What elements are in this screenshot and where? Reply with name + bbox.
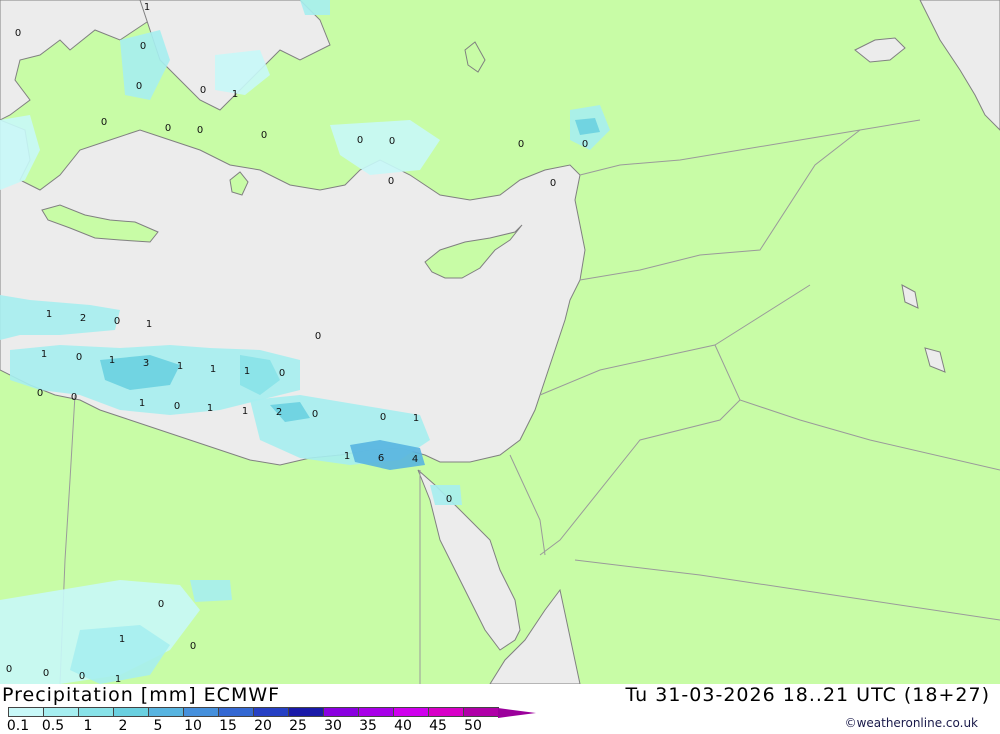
legend-tick: 0.5: [41, 718, 65, 734]
legend-tick: 45: [429, 718, 447, 734]
precip-value-label: 1: [109, 355, 115, 366]
precip-value-label: 0: [76, 352, 82, 363]
precip-value-label: 1: [41, 349, 47, 360]
precip-value-label: 0: [582, 139, 588, 150]
legend-tick: 1: [83, 718, 93, 734]
legend-swatch: [113, 707, 149, 717]
precip-value-label: 1: [207, 403, 213, 414]
precip-value-label: 1: [119, 634, 125, 645]
precip-value-label: 1: [146, 319, 152, 330]
valid-time: Tu 31-03-2026 18..21 UTC (18+27): [625, 684, 990, 706]
precip-value-label: 2: [80, 313, 86, 324]
precip-value-label: 0: [136, 81, 142, 92]
precip-value-label: 0: [6, 664, 12, 675]
precip-value-label: 1: [242, 406, 248, 417]
precip-value-label: 1: [232, 89, 238, 100]
legend-tick: 20: [254, 718, 272, 734]
credit-link[interactable]: ©weatheronline.co.uk: [845, 716, 978, 730]
precip-value-label: 0: [380, 412, 386, 423]
precip-value-label: 1: [177, 361, 183, 372]
precip-value-label: 0: [388, 176, 394, 187]
precip-value-label: 0: [200, 85, 206, 96]
legend-tick: 10: [184, 718, 202, 734]
legend-swatch: [78, 707, 114, 717]
precipitation-map: 1 0 0 0 1 0 0 0 0 0 0 0 0 0 0 0 1 2 0 1 0 1 0 1 3 1 1 1 0 0 0 1 0 1 1 2 0 0 1 1…: [0, 0, 1000, 684]
precip-value-label: 0: [165, 123, 171, 134]
precip-value-label: 0: [140, 41, 146, 52]
precip-value-label: 2: [276, 407, 282, 418]
precip-value-label: 6: [378, 453, 384, 464]
precip-value-label: 1: [210, 364, 216, 375]
legend-tick: 25: [289, 718, 307, 734]
precip-value-label: 0: [550, 178, 556, 189]
precip-value-label: 0: [315, 331, 321, 342]
precip-value-label: 0: [174, 401, 180, 412]
precip-value-label: 0: [312, 409, 318, 420]
precip-value-label: 1: [139, 398, 145, 409]
legend-tick: 0.1: [6, 718, 30, 734]
precip-value-label: 0: [101, 117, 107, 128]
precip-value-label: 0: [518, 139, 524, 150]
precip-value-label: 0: [71, 392, 77, 403]
precip-value-label: 0: [190, 641, 196, 652]
map-title: Precipitation [mm] ECMWF: [2, 684, 281, 706]
legend-swatch: [428, 707, 464, 717]
legend-footer: Precipitation [mm] ECMWF Tu 31-03-2026 1…: [0, 684, 1000, 734]
legend-tick: 35: [359, 718, 377, 734]
legend-swatch: [288, 707, 324, 717]
legend-swatch: [393, 707, 429, 717]
legend-tick: 30: [324, 718, 342, 734]
precip-value-label: 1: [115, 674, 121, 684]
precip-value-label: 0: [197, 125, 203, 136]
legend-tick: 2: [118, 718, 128, 734]
legend-swatch: [43, 707, 79, 717]
precip-value-label: 1: [413, 413, 419, 424]
precip-value-label: 0: [79, 671, 85, 682]
legend-swatch: [323, 707, 359, 717]
precip-value-label: 0: [279, 368, 285, 379]
precip-value-label: 1: [46, 309, 52, 320]
precip-value-label: 1: [144, 2, 150, 13]
precip-value-label: 1: [344, 451, 350, 462]
precip-value-label: 0: [43, 668, 49, 679]
precip-value-label: 0: [357, 135, 363, 146]
legend-swatch: [148, 707, 184, 717]
legend-tick: 50: [464, 718, 482, 734]
precip-value-label: 0: [37, 388, 43, 399]
legend-swatch: [8, 707, 44, 717]
legend-tick: 5: [153, 718, 163, 734]
precip-value-label: 0: [158, 599, 164, 610]
precip-value-label: 1: [244, 366, 250, 377]
precip-value-label: 0: [389, 136, 395, 147]
legend-swatch: [183, 707, 219, 717]
legend-tick: 15: [219, 718, 237, 734]
precip-value-label: 0: [446, 494, 452, 505]
legend-tick: 40: [394, 718, 412, 734]
precip-value-label: 0: [15, 28, 21, 39]
legend-swatch: [253, 707, 289, 717]
legend-arrow: [498, 708, 536, 718]
precip-value-label: 4: [412, 454, 418, 465]
precip-value-label: 3: [143, 358, 149, 369]
precip-value-label: 0: [261, 130, 267, 141]
legend-swatch: [218, 707, 254, 717]
precip-value-label: 0: [114, 316, 120, 327]
legend-swatch: [358, 707, 394, 717]
legend-swatch: [463, 707, 499, 717]
color-scale-ticks: 0.1 0.5 1 2 5 10 15 20 25 30 35 40 45 50: [0, 718, 520, 734]
